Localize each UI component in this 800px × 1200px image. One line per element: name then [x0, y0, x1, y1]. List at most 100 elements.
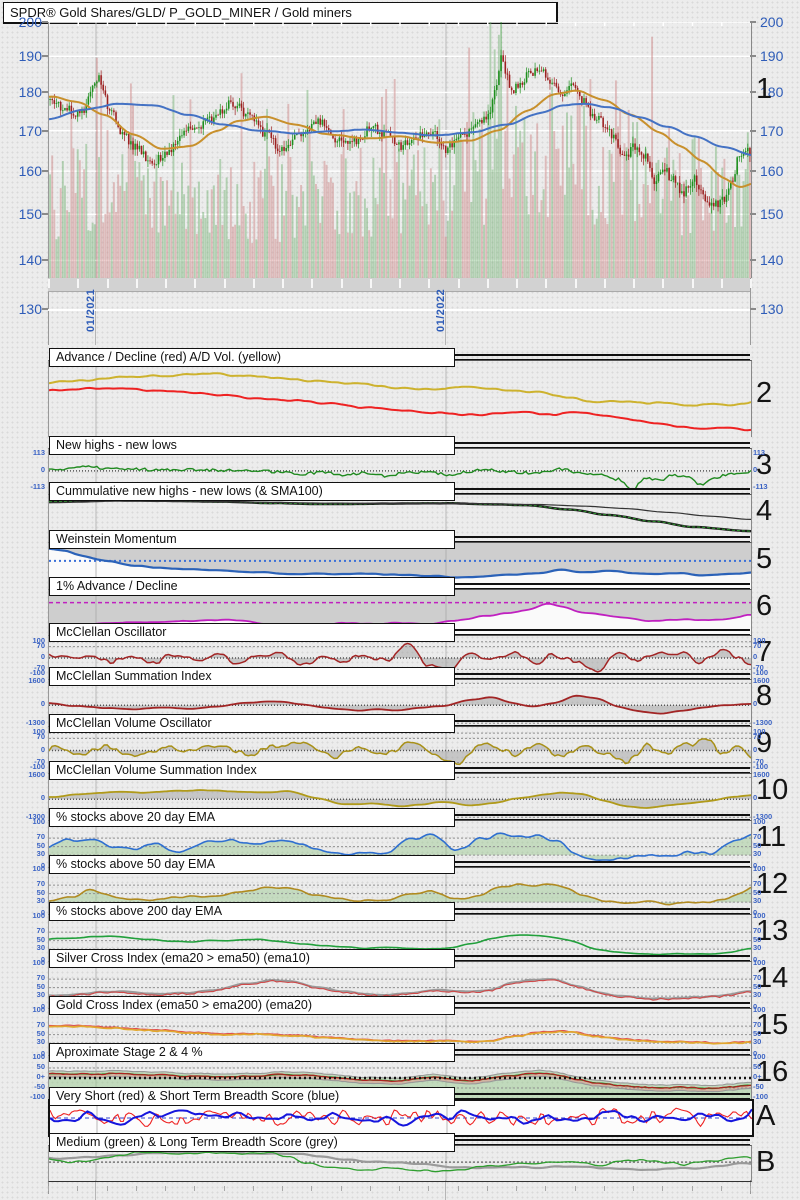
price-axis-label-left: 140: [18, 252, 42, 269]
axis-label-p11: 100: [32, 817, 45, 827]
pA-canvas[interactable]: [50, 1101, 752, 1135]
panel-label-p16: Aproximate Stage 2 & 4 %: [49, 1043, 455, 1062]
panel-step-border: [449, 1139, 750, 1145]
panel-number: 2: [756, 377, 773, 409]
bottom-month-tick: [48, 1186, 49, 1191]
month-tick: [545, 279, 548, 288]
panel-number: 4: [756, 495, 773, 527]
panel-step-border: [449, 955, 750, 961]
x-axis-date-label: 01/2022: [435, 288, 447, 332]
panel-step-border: [449, 354, 750, 360]
panel-label-pA: Very Short (red) & Short Term Breadth Sc…: [49, 1087, 455, 1106]
panel-step-border: [449, 488, 750, 494]
price-axis-label-right: 170: [760, 122, 784, 139]
advance-decline-red: [49, 386, 751, 432]
month-tick: [77, 279, 80, 288]
price-volume-canvas[interactable]: [49, 22, 751, 278]
price-axis-label-right: 150: [760, 206, 784, 223]
axis-label-p8: 0: [753, 699, 758, 709]
axis-label-p3: 113: [32, 447, 45, 457]
panel-step-border: [449, 583, 750, 589]
bottom-month-tick: [691, 1186, 693, 1191]
axis-label-p11: 70: [36, 832, 45, 842]
axis-label-p12: 30: [753, 896, 762, 906]
panel-step-border: [449, 1002, 750, 1008]
bottom-month-tick: [223, 1186, 225, 1191]
price-axis-label-left: 170: [18, 122, 42, 139]
p2-canvas[interactable]: [49, 361, 751, 437]
price-axis-tick: [42, 91, 48, 94]
axis-label-p11: 100: [753, 817, 766, 827]
axis-label-p10: 1600: [753, 770, 770, 780]
panel-label-p13: % stocks above 200 day EMA: [49, 902, 455, 921]
main-chart-plot[interactable]: [48, 22, 752, 278]
axis-label-p16: -50: [34, 1082, 45, 1091]
price-axis-label-right: 200: [760, 14, 784, 30]
panel-label-p3: New highs - new lows: [49, 436, 455, 455]
axis-label-p9: 0: [40, 744, 45, 754]
axis-label-p11: 70: [753, 832, 762, 842]
bottom-month-tick: [252, 1186, 254, 1191]
price-axis-label-left: 190: [18, 48, 42, 65]
axis-label-p13: 30: [36, 943, 45, 953]
price-axis-tick: [750, 213, 756, 216]
month-tick: [252, 279, 255, 288]
panel-label-pB: Medium (green) & Long Term Breadth Score…: [49, 1133, 455, 1152]
axis-label-p3: -113: [753, 481, 768, 491]
sma100: [49, 500, 751, 520]
axis-label-p11: 30: [753, 849, 762, 859]
bottom-month-tick: [428, 1186, 430, 1191]
axis-label-p12: 30: [36, 896, 45, 906]
bottom-month-tick: [720, 1186, 722, 1191]
price-axis-tick: [750, 21, 756, 23]
month-tick: [223, 279, 226, 288]
axis-label-p12: 100: [753, 864, 766, 874]
price-axis-label-left: 130: [18, 301, 42, 317]
panel-plot-p2[interactable]: [48, 360, 752, 437]
month-tick: [750, 279, 752, 288]
axis-label-p16: 100: [753, 1052, 766, 1061]
bottom-month-tick: [77, 1186, 79, 1191]
axis-label-p10: 0: [753, 793, 758, 803]
price-axis-tick: [42, 213, 48, 216]
axis-label-p16: 0+: [753, 1072, 762, 1081]
panel-label-p11: % stocks above 20 day EMA: [49, 808, 455, 827]
axis-label-p14: 70: [753, 973, 762, 983]
bottom-month-tick: [369, 1186, 371, 1191]
price-axis-label-left: 160: [18, 163, 42, 180]
month-tick: [486, 279, 489, 288]
axis-label-p7: 0: [40, 652, 45, 661]
axis-label-p13: 100: [753, 911, 766, 921]
axis-label-p14: 100: [32, 958, 45, 968]
price-axis-tick: [750, 259, 756, 262]
bottom-month-tick: [340, 1186, 342, 1191]
panel-label-p9: McClellan Volume Oscillator: [49, 714, 455, 733]
axis-label-p15: 70: [753, 1020, 762, 1030]
panel-step-border: [449, 442, 750, 448]
panel-label-p14: Silver Cross Index (ema20 > ema50) (ema1…: [49, 949, 455, 968]
axis-label-p11: 30: [36, 849, 45, 859]
month-tick: [135, 279, 138, 288]
month-tick: [574, 279, 577, 288]
price-axis-tick: [42, 259, 48, 262]
month-tick: [369, 279, 372, 288]
panel-step-border: [449, 1049, 750, 1055]
bottom-month-tick: [457, 1186, 459, 1191]
axis-label-p13: 70: [36, 926, 45, 936]
panel-label-p6: 1% Advance / Decline: [49, 577, 455, 596]
month-tick: [165, 279, 167, 288]
axis-label-p3: 113: [753, 447, 766, 457]
axis-label-p8: 1600: [753, 676, 770, 686]
axis-label-p14: 30: [36, 990, 45, 1000]
axis-label-p7: 70: [753, 640, 762, 650]
price-axis-label-right: 130: [760, 301, 784, 317]
axis-label-p12: 70: [36, 879, 45, 889]
axis-label-p12: 70: [753, 879, 762, 889]
axis-label-p13: 100: [32, 911, 45, 921]
panel-number: 6: [756, 590, 773, 622]
bottom-month-tick: [574, 1186, 576, 1191]
axis-label-p13: 70: [753, 926, 762, 936]
axis-label-p8: 0: [40, 699, 45, 709]
price-axis-label-right: 160: [760, 163, 784, 180]
month-tick: [106, 279, 109, 288]
